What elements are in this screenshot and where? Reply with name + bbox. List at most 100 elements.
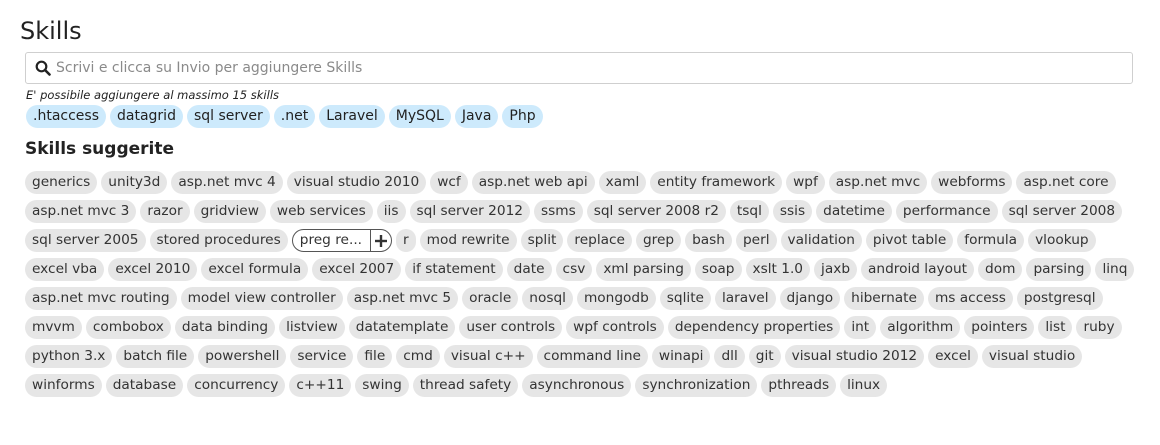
- suggested-skill-chip[interactable]: date: [506, 258, 552, 281]
- suggested-skill-chip[interactable]: hibernate: [844, 287, 924, 310]
- suggested-skill-chip[interactable]: django: [779, 287, 841, 310]
- suggested-skill-chip[interactable]: datatemplate: [348, 316, 456, 339]
- suggested-skill-chip[interactable]: algorithm: [880, 316, 961, 339]
- suggested-skill-chip[interactable]: performance: [895, 200, 998, 223]
- suggested-skill-chip[interactable]: xaml: [598, 171, 647, 194]
- suggested-skill-chip[interactable]: dom: [978, 258, 1023, 281]
- suggested-skill-chip[interactable]: bash: [685, 229, 732, 252]
- suggested-skill-chip[interactable]: pointers: [964, 316, 1035, 339]
- suggested-skill-chip[interactable]: linux: [840, 374, 888, 397]
- suggested-skill-chip[interactable]: datetime: [816, 200, 892, 223]
- suggested-skill-chip[interactable]: batch file: [116, 345, 195, 368]
- suggested-skill-chip[interactable]: csv: [555, 258, 593, 281]
- suggested-skill-chip[interactable]: sql server 2005: [25, 229, 146, 252]
- suggested-skill-chip[interactable]: iis: [376, 200, 406, 223]
- suggested-skill-chip[interactable]: replace: [567, 229, 632, 252]
- suggested-skill-chip[interactable]: pivot table: [865, 229, 954, 252]
- suggested-skill-chip[interactable]: sql server 2008: [1001, 200, 1123, 223]
- suggested-skill-chip[interactable]: ssms: [534, 200, 583, 223]
- suggested-skill-chip[interactable]: linq: [1095, 258, 1135, 281]
- suggested-skill-chip[interactable]: perl: [735, 229, 777, 252]
- suggested-skill-chip[interactable]: asp.net mvc: [828, 171, 928, 194]
- suggested-skill-chip[interactable]: tsql: [729, 200, 769, 223]
- suggested-skill-chip[interactable]: sqlite: [659, 287, 711, 310]
- suggested-skill-chip[interactable]: synchronization: [635, 374, 758, 397]
- suggested-skill-chip[interactable]: unity3d: [101, 171, 168, 194]
- suggested-skill-chip[interactable]: swing: [355, 374, 409, 397]
- suggested-skill-chip[interactable]: validation: [780, 229, 862, 252]
- suggested-skill-chip[interactable]: grep: [635, 229, 682, 252]
- search-input[interactable]: [56, 60, 1124, 76]
- suggested-skill-chip[interactable]: python 3.x: [25, 345, 113, 368]
- suggested-skill-chip[interactable]: int: [844, 316, 877, 339]
- suggested-skill-chip[interactable]: ssis: [772, 200, 813, 223]
- suggested-skill-chip[interactable]: vlookup: [1028, 229, 1096, 252]
- suggested-skill-chip[interactable]: combobox: [85, 316, 171, 339]
- suggested-skill-chip[interactable]: mvvm: [25, 316, 82, 339]
- suggested-skill-chip[interactable]: oracle: [462, 287, 519, 310]
- suggested-skill-chip[interactable]: razor: [140, 200, 190, 223]
- suggested-skill-chip[interactable]: file: [357, 345, 393, 368]
- suggested-skill-chip[interactable]: wpf: [786, 171, 825, 194]
- suggested-skill-chip[interactable]: pthreads: [761, 374, 837, 397]
- suggested-skill-chip[interactable]: user controls: [459, 316, 563, 339]
- suggested-skill-chip[interactable]: thread safety: [412, 374, 519, 397]
- suggested-skill-chip[interactable]: visual studio: [981, 345, 1083, 368]
- selected-skill-chip[interactable]: sql server: [186, 105, 270, 128]
- suggested-skill-chip[interactable]: c++11: [289, 374, 352, 397]
- suggested-skill-chip[interactable]: xslt 1.0: [745, 258, 811, 281]
- suggested-skill-chip[interactable]: postgresql: [1016, 287, 1103, 310]
- suggested-skill-chip[interactable]: wpf controls: [566, 316, 664, 339]
- suggested-skill-chip[interactable]: winapi: [651, 345, 711, 368]
- suggested-skill-chip[interactable]: service: [290, 345, 354, 368]
- suggested-skill-chip[interactable]: visual studio 2012: [784, 345, 925, 368]
- selected-skill-chip[interactable]: .net: [273, 105, 316, 128]
- suggested-skill-chip[interactable]: model view controller: [180, 287, 343, 310]
- suggested-skill-chip[interactable]: webforms: [931, 171, 1013, 194]
- suggested-skill-chip[interactable]: cmd: [396, 345, 440, 368]
- suggested-skill-chip[interactable]: command line: [536, 345, 648, 368]
- suggested-skill-chip[interactable]: ruby: [1076, 316, 1122, 339]
- suggested-skill-chip[interactable]: wcf: [430, 171, 468, 194]
- suggested-skill-chip[interactable]: data binding: [174, 316, 276, 339]
- selected-skill-chip[interactable]: datagrid: [110, 105, 183, 128]
- selected-skill-chip[interactable]: Php: [502, 105, 543, 128]
- suggested-skill-chip[interactable]: jaxb: [814, 258, 858, 281]
- suggested-skill-chip[interactable]: laravel: [714, 287, 776, 310]
- search-box[interactable]: [25, 52, 1133, 84]
- suggested-skill-chip[interactable]: excel 2007: [312, 258, 402, 281]
- suggested-skill-chip[interactable]: visual c++: [443, 345, 533, 368]
- suggested-skill-chip[interactable]: winforms: [25, 374, 102, 397]
- suggested-skill-chip[interactable]: excel vba: [25, 258, 105, 281]
- suggested-skill-chip[interactable]: gridview: [193, 200, 266, 223]
- add-skill-icon[interactable]: [370, 230, 391, 251]
- suggested-skill-chip[interactable]: asp.net mvc 3: [25, 200, 137, 223]
- suggested-skill-chip[interactable]: list: [1038, 316, 1073, 339]
- selected-skill-chip[interactable]: MySQL: [388, 105, 451, 128]
- selected-skill-chip[interactable]: Java: [454, 105, 499, 128]
- suggested-skill-chip[interactable]: asynchronous: [522, 374, 632, 397]
- suggested-skill-chip[interactable]: dll: [714, 345, 745, 368]
- suggested-skill-chip[interactable]: mongodb: [576, 287, 656, 310]
- suggested-skill-chip-active[interactable]: preg re...: [291, 229, 393, 252]
- suggested-skill-chip[interactable]: excel 2010: [108, 258, 198, 281]
- suggested-skill-chip[interactable]: visual studio 2010: [286, 171, 427, 194]
- suggested-skill-chip[interactable]: mod rewrite: [419, 229, 517, 252]
- suggested-skill-chip[interactable]: database: [105, 374, 184, 397]
- suggested-skill-chip[interactable]: generics: [25, 171, 98, 194]
- suggested-skill-chip[interactable]: dependency properties: [667, 316, 841, 339]
- suggested-skill-chip[interactable]: entity framework: [650, 171, 783, 194]
- suggested-skill-chip[interactable]: listview: [279, 316, 345, 339]
- suggested-skill-chip[interactable]: asp.net mvc 4: [171, 171, 283, 194]
- selected-skill-chip[interactable]: .htaccess: [26, 105, 106, 128]
- suggested-skill-chip[interactable]: asp.net mvc 5: [346, 287, 459, 310]
- suggested-skill-chip[interactable]: xml parsing: [596, 258, 691, 281]
- suggested-skill-chip[interactable]: excel: [928, 345, 978, 368]
- suggested-skill-chip[interactable]: if statement: [405, 258, 503, 281]
- suggested-skill-chip[interactable]: android layout: [861, 258, 975, 281]
- suggested-skill-chip[interactable]: ms access: [927, 287, 1013, 310]
- selected-skill-chip[interactable]: Laravel: [319, 105, 385, 128]
- suggested-skill-chip[interactable]: asp.net mvc routing: [25, 287, 177, 310]
- suggested-skill-chip[interactable]: stored procedures: [149, 229, 288, 252]
- suggested-skill-chip[interactable]: web services: [269, 200, 373, 223]
